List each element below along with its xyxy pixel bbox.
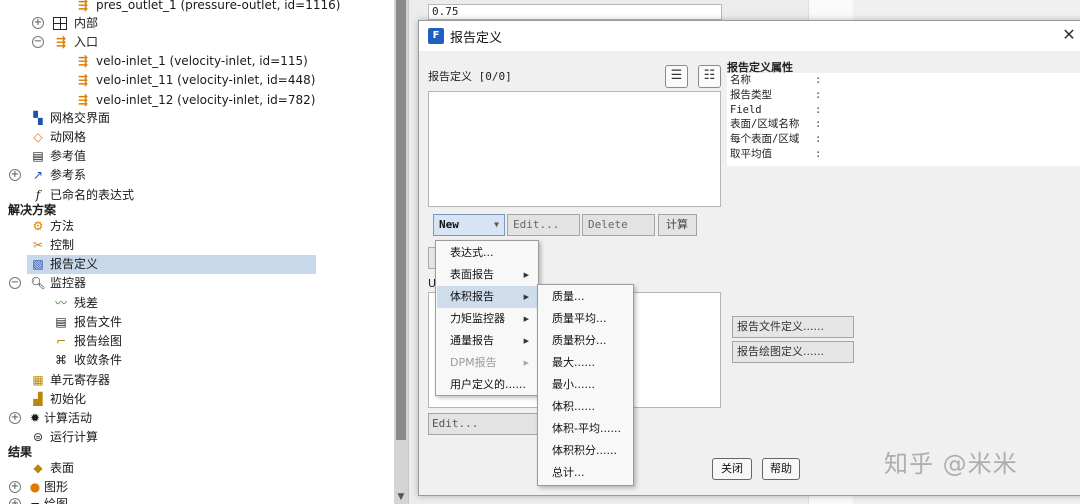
reference-frame-icon: ↗ xyxy=(32,168,44,182)
close-button[interactable]: 关闭 xyxy=(712,458,752,480)
run-calculation-icon: ⊜ xyxy=(32,430,44,444)
residuals-icon: 〰 xyxy=(54,296,67,310)
expand-toggle-icon[interactable]: + xyxy=(9,412,21,424)
scrollbar-thumb[interactable] xyxy=(396,0,406,440)
submenu-arrow-icon: ▶ xyxy=(523,337,529,345)
report-file-definitions-button[interactable]: 报告文件定义...... xyxy=(732,316,854,338)
select-all-icon: ☰ xyxy=(670,68,683,83)
new-dropdown-menu: 表达式... 表面报告 ▶ 体积报告 ▶ 力矩监控器 ▶ 通量报告 ▶ DPM报告 ▶ 用… xyxy=(435,240,539,396)
submenu-item-mass-integral[interactable]: 质量积分... xyxy=(539,330,632,352)
inlet-outlet-icon: ⇶ xyxy=(77,0,89,12)
expand-toggle-icon[interactable]: + xyxy=(9,481,21,493)
property-row: Field: xyxy=(730,103,822,116)
report-definitions-list[interactable] xyxy=(428,91,721,207)
dialog-titlebar[interactable]: F 报告定义 ✕ xyxy=(419,21,1080,51)
menu-item-volume-report[interactable]: 体积报告 ▶ xyxy=(437,286,537,308)
submenu-arrow-icon: ▶ xyxy=(523,359,529,367)
gear-icon: ✹ xyxy=(29,411,41,425)
inlet-outlet-icon: ⇶ xyxy=(77,73,89,87)
submenu-item-mass[interactable]: 质量... xyxy=(539,286,632,308)
menu-item-dpm-report: DPM报告 ▶ xyxy=(437,352,537,374)
dropdown-caret-icon: ▼ xyxy=(494,220,499,229)
close-icon[interactable]: ✕ xyxy=(1059,25,1079,44)
edit-used-in-button[interactable]: Edit... xyxy=(428,413,538,435)
watermark-text: 知乎 @米米 xyxy=(884,450,1018,478)
submenu-item-maximum[interactable]: 最大...... xyxy=(539,352,632,374)
submenu-item-volume-average[interactable]: 体积-平均...... xyxy=(539,418,632,440)
tree-scrollbar[interactable]: ▼ xyxy=(394,0,408,504)
convergence-icon: ⌘ xyxy=(55,353,67,367)
volume-report-submenu: 质量... 质量平均... 质量积分... 最大...... 最小...... … xyxy=(537,284,634,486)
properties-panel: 名称: 报告类型: Field: 表面/区域名称: 每个表面/区域: 取平均值: xyxy=(727,73,1080,166)
collapse-toggle-icon[interactable]: − xyxy=(9,277,21,289)
delete-button[interactable]: Delete xyxy=(582,214,655,236)
submenu-item-volume[interactable]: 体积...... xyxy=(539,396,632,418)
dynamic-mesh-icon: ◇ xyxy=(33,130,43,144)
scroll-down-icon[interactable]: ▼ xyxy=(396,492,406,502)
menu-item-surface-report[interactable]: 表面报告 ▶ xyxy=(437,264,537,286)
initialization-icon: ▟ xyxy=(33,392,43,406)
magnifier-icon: 🔍︎ xyxy=(30,276,46,290)
dialog-title: 报告定义 xyxy=(450,31,503,46)
menu-item-flux-report[interactable]: 通量报告 ▶ xyxy=(437,330,537,352)
submenu-arrow-icon: ▶ xyxy=(523,315,529,323)
submenu-item-volume-integral[interactable]: 体积积分...... xyxy=(539,440,632,462)
expand-toggle-icon[interactable]: + xyxy=(9,498,21,504)
report-definition-icon: ▧ xyxy=(32,257,44,271)
report-file-icon: ▤ xyxy=(55,315,67,329)
menu-item-force-moment-monitor[interactable]: 力矩监控器 ▶ xyxy=(437,308,537,330)
compute-button[interactable]: 计算 xyxy=(658,214,697,236)
submenu-item-mass-average[interactable]: 质量平均... xyxy=(539,308,632,330)
menu-item-expression[interactable]: 表达式... xyxy=(437,242,537,264)
deselect-all-icon: ☷ xyxy=(703,68,716,83)
property-row: 每个表面/区域: xyxy=(730,133,822,146)
property-row: 表面/区域名称: xyxy=(730,118,822,131)
expand-toggle-icon[interactable]: + xyxy=(9,169,21,181)
inlet-outlet-icon: ⇶ xyxy=(77,54,89,68)
fluent-app-icon: F xyxy=(428,28,444,44)
methods-icon: ⚙ xyxy=(32,219,44,233)
inlet-outlet-icon: ⇶ xyxy=(77,93,89,107)
report-plot-definitions-button[interactable]: 报告绘图定义...... xyxy=(732,341,854,363)
surface-icon: ◆ xyxy=(33,461,43,475)
inlet-outlet-icon: ⇶ xyxy=(55,35,67,49)
report-definitions-list-label: 报告定义 [0/0] xyxy=(428,70,512,83)
grid-icon xyxy=(53,17,67,30)
graphics-icon: ● xyxy=(29,480,41,494)
controls-icon: ✂ xyxy=(32,238,44,252)
menu-item-user-defined[interactable]: 用户定义的...... xyxy=(437,374,537,396)
deselect-all-button[interactable]: ☷ xyxy=(698,65,721,88)
submenu-item-minimum[interactable]: 最小...... xyxy=(539,374,632,396)
cell-register-icon: ▦ xyxy=(32,373,44,387)
edit-button[interactable]: Edit... xyxy=(507,214,580,236)
background-value-field[interactable]: 0.75 xyxy=(428,4,722,20)
report-plot-icon: ⌐ xyxy=(55,334,67,348)
new-button[interactable]: New ▼ xyxy=(433,214,505,236)
collapse-toggle-icon[interactable]: − xyxy=(32,36,44,48)
submenu-item-sum[interactable]: 总计... xyxy=(539,462,632,484)
outline-tree: ⇶ pres_outlet_1 (pressure-outlet, id=111… xyxy=(0,0,394,504)
tree-item-report-definitions[interactable]: ▧ 报告定义 xyxy=(27,255,316,274)
submenu-arrow-icon: ▶ xyxy=(523,293,529,301)
property-row: 取平均值: xyxy=(730,147,822,160)
property-row: 报告类型: xyxy=(730,88,822,101)
help-button[interactable]: 帮助 xyxy=(762,458,800,480)
submenu-arrow-icon: ▶ xyxy=(523,271,529,279)
property-row: 名称: xyxy=(730,74,822,86)
mesh-interface-icon: ▚ xyxy=(33,111,43,125)
expand-toggle-icon[interactable]: + xyxy=(32,17,44,29)
select-all-button[interactable]: ☰ xyxy=(665,65,688,88)
plot-icon: ⌐ xyxy=(29,497,41,504)
reference-values-icon: ▤ xyxy=(32,149,44,163)
